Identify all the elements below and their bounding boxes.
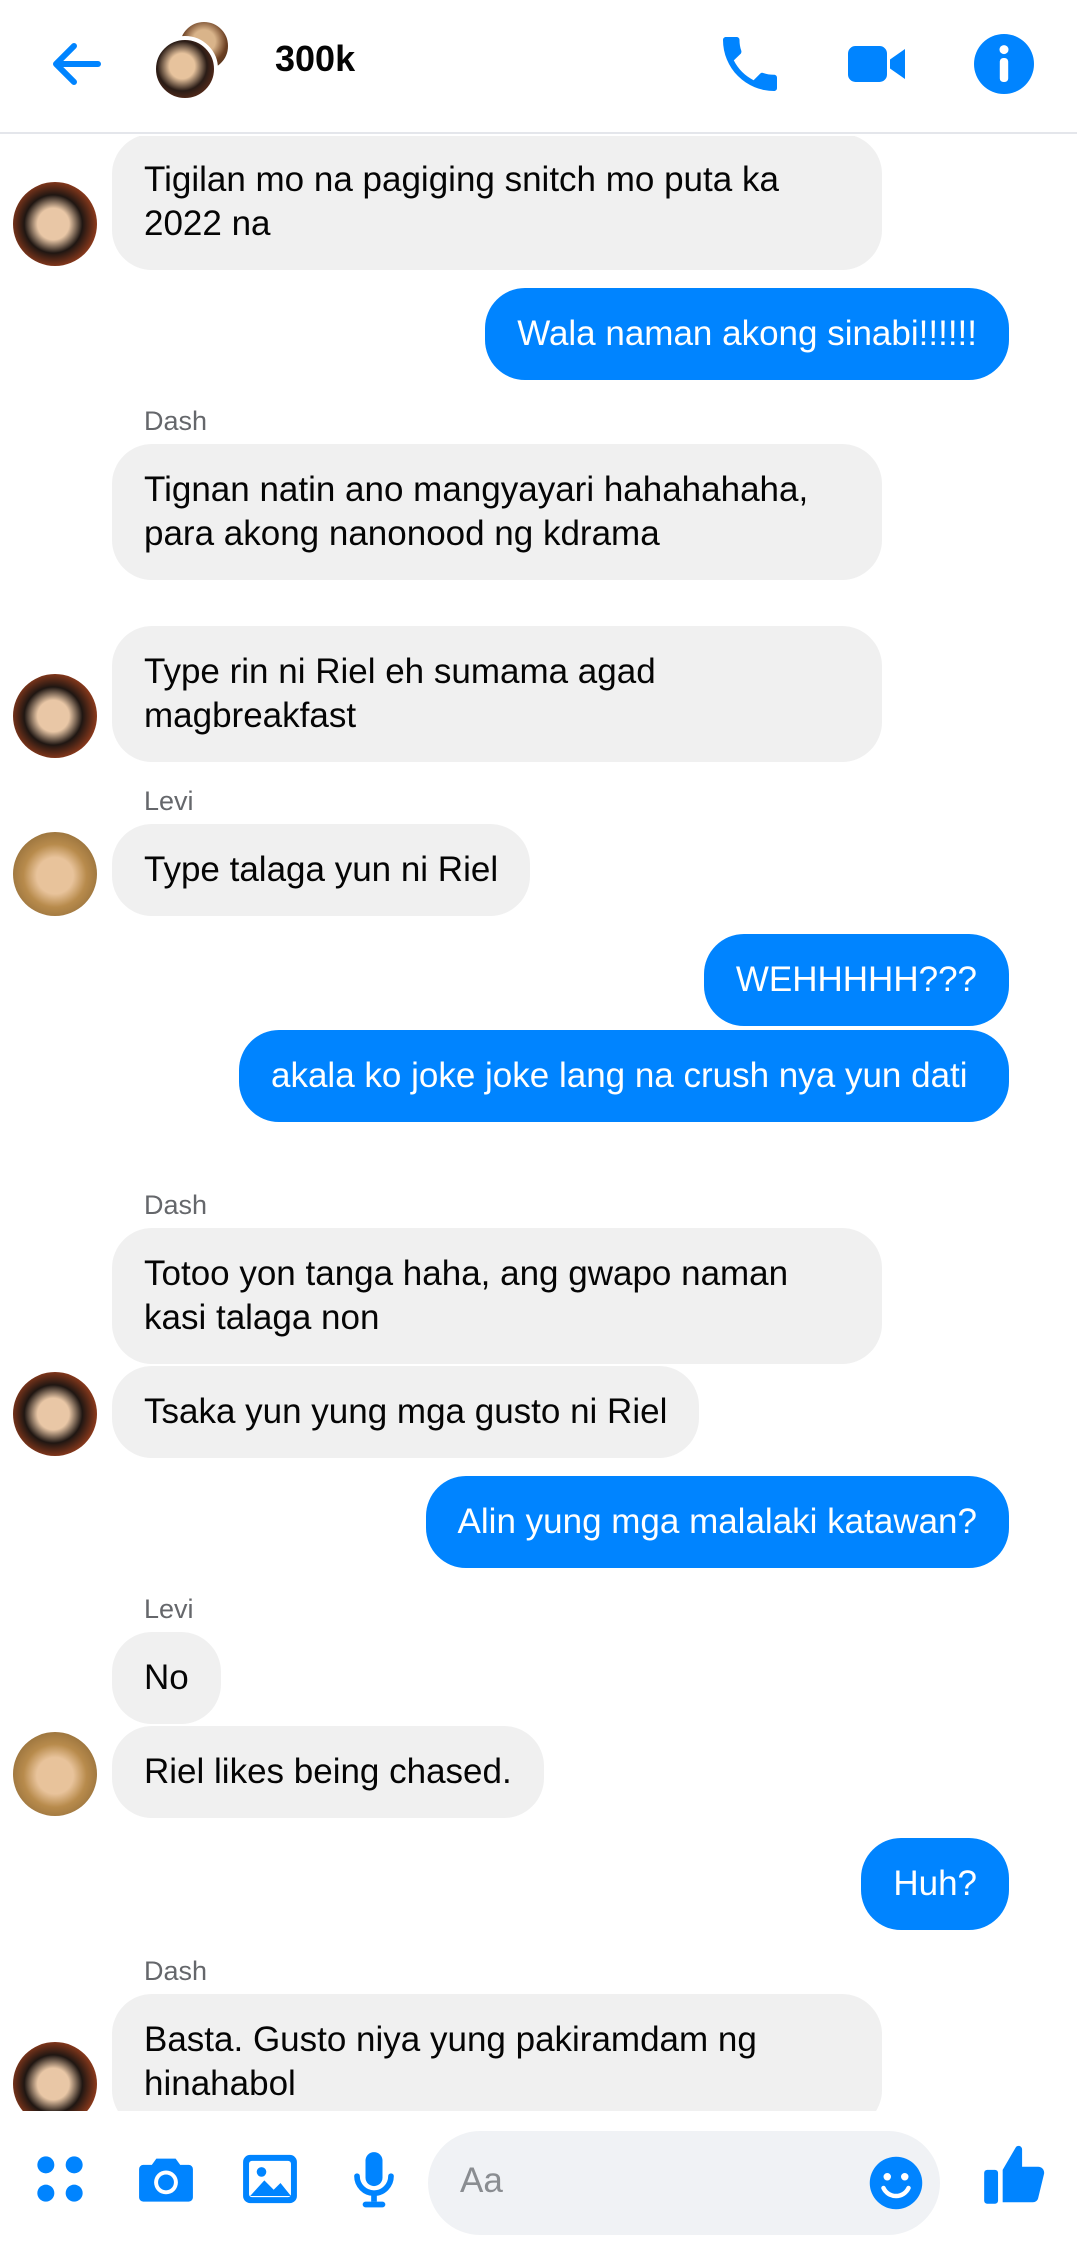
microphone-icon[interactable]: [340, 2145, 408, 2213]
emoji-icon[interactable]: [866, 2153, 926, 2213]
message-bubble-incoming[interactable]: No: [112, 1632, 221, 1724]
group-avatar[interactable]: [152, 18, 242, 108]
message-bubble-incoming[interactable]: Type rin ni Riel eh sumama agad magbreak…: [112, 626, 882, 762]
avatar-levi[interactable]: [13, 1732, 97, 1816]
video-camera-icon[interactable]: [842, 28, 914, 100]
avatar-dash[interactable]: [13, 182, 97, 266]
message-bubble-incoming[interactable]: Basta. Gusto niya yung pakiramdam ng hin…: [112, 1994, 882, 2111]
message-input-placeholder: Aa: [460, 2161, 503, 2200]
composer-bar: Aa: [0, 2111, 1077, 2247]
message-bubble-incoming[interactable]: Tigilan mo na pagiging snitch mo puta ka…: [112, 136, 882, 270]
back-arrow-icon[interactable]: [42, 30, 110, 98]
sender-name: Dash: [144, 1190, 208, 1220]
sender-name: Levi: [144, 786, 194, 816]
photo-icon[interactable]: [236, 2145, 304, 2213]
message-bubble-outgoing[interactable]: Huh?: [861, 1838, 1009, 1930]
camera-icon[interactable]: [132, 2145, 200, 2213]
message-bubble-outgoing[interactable]: Alin yung mga malalaki katawan?: [425, 1476, 1009, 1568]
sender-name: Dash: [144, 1956, 208, 1986]
info-icon[interactable]: [968, 28, 1040, 100]
message-bubble-incoming[interactable]: Tignan natin ano mangyayari hahahahaha, …: [112, 444, 882, 580]
message-thread[interactable]: Tigilan mo na pagiging snitch mo puta ka…: [0, 136, 1077, 2111]
avatar-dash[interactable]: [13, 674, 97, 758]
group-avatar-front: [152, 36, 218, 102]
message-bubble-incoming[interactable]: Totoo yon tanga haha, ang gwapo naman ka…: [112, 1228, 882, 1364]
apps-icon[interactable]: [26, 2145, 94, 2213]
phone-icon[interactable]: [714, 28, 786, 100]
sender-name: Levi: [144, 1594, 194, 1624]
message-bubble-outgoing[interactable]: WEHHHHH???: [703, 934, 1009, 1026]
avatar-dash[interactable]: [13, 1372, 97, 1456]
avatar-levi[interactable]: [13, 832, 97, 916]
message-bubble-incoming[interactable]: Riel likes being chased.: [112, 1726, 544, 1818]
conversation-header: 300k: [0, 0, 1077, 134]
message-bubble-outgoing[interactable]: akala ko joke joke lang na crush nya yun…: [239, 1030, 1009, 1122]
sender-name: Dash: [144, 406, 208, 436]
avatar-dash[interactable]: [13, 2042, 97, 2111]
message-bubble-outgoing[interactable]: Wala naman akong sinabi!!!!!!: [485, 288, 1009, 380]
message-input[interactable]: Aa: [428, 2131, 940, 2235]
thumbs-up-icon[interactable]: [978, 2139, 1052, 2213]
conversation-title[interactable]: 300k: [275, 38, 355, 80]
message-bubble-incoming[interactable]: Type talaga yun ni Riel: [112, 824, 531, 916]
message-bubble-incoming[interactable]: Tsaka yun yung mga gusto ni Riel: [112, 1366, 700, 1458]
